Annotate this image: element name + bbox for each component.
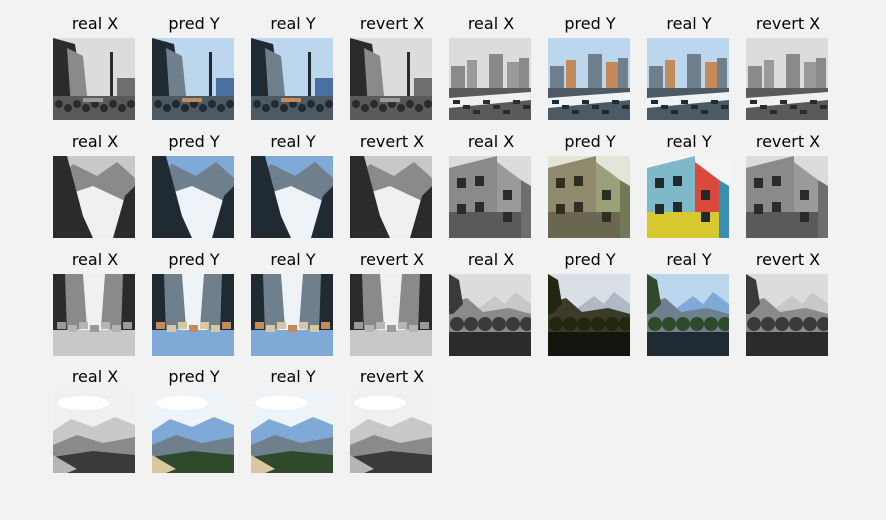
photo-dark-hills (548, 274, 630, 356)
photo-dark-hills (449, 274, 531, 356)
photo-houses (548, 156, 630, 238)
tile-label: revert X (359, 367, 425, 386)
photo-city-street (152, 38, 234, 120)
photo-houses (746, 156, 828, 238)
photo-avenue (53, 274, 135, 356)
photo-glacier (251, 156, 333, 238)
photo-glacier (53, 156, 135, 238)
photo-glacier (152, 156, 234, 238)
photo-city-street (350, 38, 432, 120)
photo-dark-hills (746, 274, 828, 356)
photo-city-street (53, 38, 135, 120)
photo-skyline-road (548, 38, 630, 120)
photo-glacier (350, 156, 432, 238)
photo-mountains (53, 391, 135, 473)
photo-houses (449, 156, 531, 238)
photo-avenue (152, 274, 234, 356)
photo-skyline-road (746, 38, 828, 120)
photo-mountains (251, 391, 333, 473)
photo-houses (647, 156, 729, 238)
photo-skyline-road (647, 38, 729, 120)
tile-label: revert X (755, 132, 821, 151)
photo-avenue (350, 274, 432, 356)
photo-mountains (152, 391, 234, 473)
photo-city-street (251, 38, 333, 120)
photo-dark-hills (647, 274, 729, 356)
image-comparison-grid: real Xpred Yreal Yrevert Xreal Xpred Yre… (0, 0, 886, 520)
tile-label: revert X (755, 250, 821, 269)
tile-label: revert X (755, 14, 821, 33)
photo-avenue (251, 274, 333, 356)
photo-skyline-road (449, 38, 531, 120)
photo-mountains (350, 391, 432, 473)
